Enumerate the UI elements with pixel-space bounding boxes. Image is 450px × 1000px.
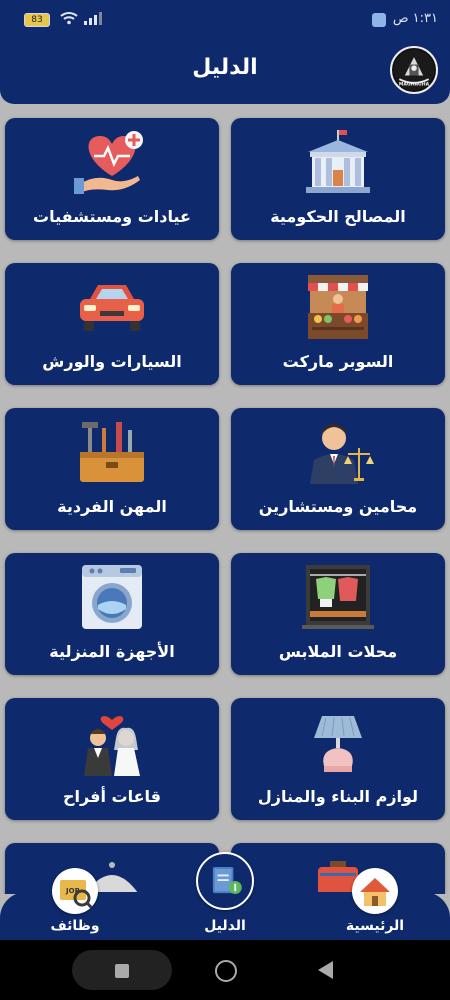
category-card-appliances[interactable]: الأجهزة المنزلية bbox=[5, 553, 219, 675]
bottom-nav: الرئيسية الدليل JOB وظائف bbox=[0, 852, 450, 940]
nav-guide[interactable]: الدليل bbox=[170, 852, 280, 940]
lamp-icon bbox=[298, 708, 378, 776]
lawyer-scales-icon bbox=[298, 418, 378, 486]
system-nav-bar bbox=[0, 940, 450, 1000]
category-label: محلات الملابس bbox=[278, 642, 398, 661]
category-card-lawyers[interactable]: محامين ومستشارين bbox=[231, 408, 445, 530]
wedding-couple-icon bbox=[72, 708, 152, 776]
category-label: محامين ومستشارين bbox=[258, 497, 418, 516]
car-icon bbox=[72, 273, 152, 341]
app-header: الدليل MAGHAGHA bbox=[0, 42, 450, 104]
status-bar: 83 ١:٣١ ص bbox=[0, 0, 450, 42]
heart-hand-icon bbox=[72, 128, 152, 196]
signal-icon bbox=[84, 12, 102, 29]
category-card-clinics[interactable]: عيادات ومستشفيات bbox=[5, 118, 219, 240]
job-search-icon: JOB bbox=[52, 868, 98, 914]
svg-text:MAGHAGHA: MAGHAGHA bbox=[399, 82, 430, 88]
category-card-wedding-halls[interactable]: قاعات أفراح bbox=[5, 698, 219, 820]
toolbox-icon bbox=[72, 418, 152, 486]
back-button[interactable] bbox=[318, 961, 333, 979]
category-card-supermarket[interactable]: السوبر ماركت bbox=[231, 263, 445, 385]
category-label: قاعات أفراح bbox=[63, 787, 161, 806]
category-label: عيادات ومستشفيات bbox=[33, 207, 191, 226]
category-label: السيارات والورش bbox=[42, 352, 182, 371]
telegram-icon bbox=[372, 13, 386, 27]
category-card-crafts[interactable]: المهن الفردية bbox=[5, 408, 219, 530]
market-stall-icon bbox=[298, 273, 378, 341]
category-label: المهن الفردية bbox=[57, 497, 167, 516]
government-building-icon bbox=[298, 128, 378, 196]
battery-icon: 83 bbox=[24, 13, 50, 27]
clothes-rack-icon bbox=[298, 563, 378, 631]
category-label: الأجهزة المنزلية bbox=[49, 642, 175, 661]
washing-machine-icon bbox=[72, 563, 152, 631]
guide-book-icon bbox=[196, 852, 254, 910]
app-logo[interactable]: MAGHAGHA bbox=[390, 46, 438, 94]
page-title: الدليل bbox=[192, 55, 258, 80]
home-icon bbox=[352, 868, 398, 914]
category-label: المصالح الحكومية bbox=[270, 207, 406, 226]
category-label: لوازم البناء والمنازل bbox=[257, 787, 419, 806]
category-card-building-supplies[interactable]: لوازم البناء والمنازل bbox=[231, 698, 445, 820]
nav-jobs[interactable]: JOB وظائف bbox=[20, 868, 130, 940]
system-home-button[interactable] bbox=[215, 960, 237, 982]
recent-apps-button[interactable] bbox=[115, 964, 129, 978]
wifi-icon bbox=[60, 11, 78, 29]
nav-guide-label: الدليل bbox=[204, 918, 246, 934]
nav-home-label: الرئيسية bbox=[345, 918, 405, 934]
category-grid: المصالح الحكومية عيادات ومستشفيات السوبر… bbox=[0, 104, 450, 894]
nav-home[interactable]: الرئيسية bbox=[320, 868, 430, 940]
category-card-clothing[interactable]: محلات الملابس bbox=[231, 553, 445, 675]
clock: ١:٣١ ص bbox=[392, 11, 438, 26]
category-card-partial-left[interactable] bbox=[5, 843, 219, 894]
category-card-cars[interactable]: السيارات والورش bbox=[5, 263, 219, 385]
nav-jobs-label: وظائف bbox=[50, 918, 100, 934]
category-card-government[interactable]: المصالح الحكومية bbox=[231, 118, 445, 240]
category-label: السوبر ماركت bbox=[282, 352, 394, 371]
category-card-partial-right[interactable] bbox=[231, 843, 445, 894]
